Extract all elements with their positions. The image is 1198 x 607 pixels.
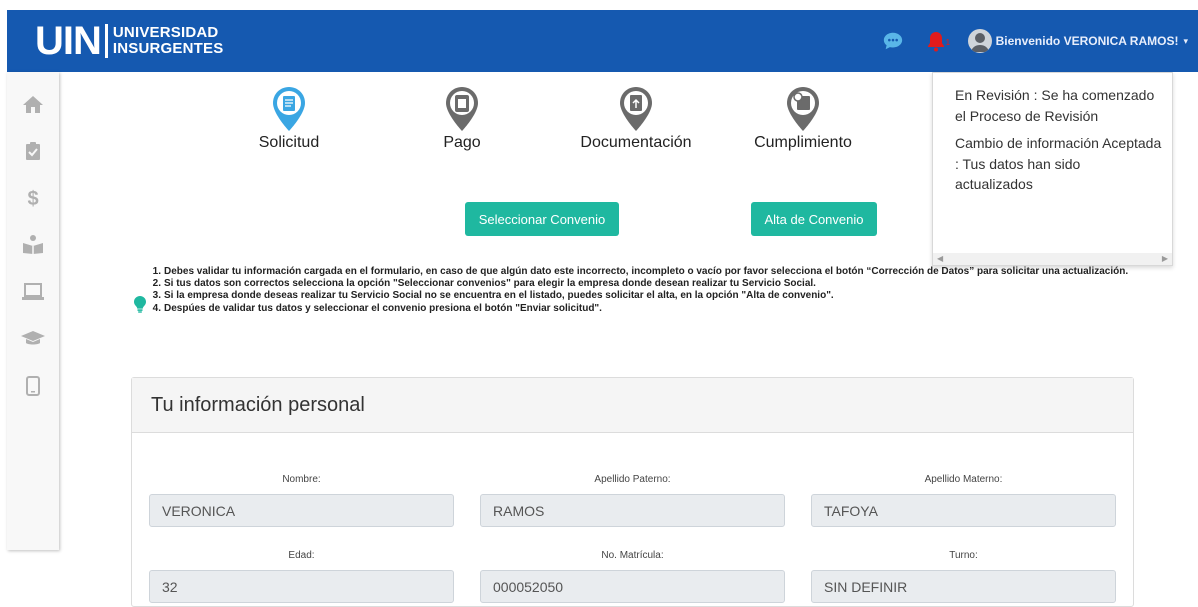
- step-documentacion[interactable]: Documentación: [566, 86, 706, 152]
- horizontal-scrollbar[interactable]: ◀ ▶: [933, 253, 1172, 265]
- reader-icon: [23, 235, 43, 254]
- step-label: Cumplimiento: [754, 134, 852, 151]
- university-logo[interactable]: UIN UNIVERSIDAD INSURGENTES: [35, 19, 224, 63]
- instruction-item: 3. Si la empresa donde deseas realizar tu…: [152, 290, 834, 302]
- field-label: Apellido Paterno:: [594, 474, 671, 485]
- payment-icon: [446, 87, 478, 131]
- shift-field[interactable]: SIN DEFINIR: [811, 570, 1116, 603]
- logo-separator: [104, 24, 108, 58]
- upload-document-icon: [620, 87, 652, 131]
- instructions-list: 1. Debes validar tu información cargada e…: [150, 266, 1160, 315]
- field-label: No. Matrícula:: [601, 550, 664, 561]
- instruction-item: 4. Despúes de validar tus datos y selecci…: [152, 302, 602, 314]
- graduation-cap-icon: [21, 331, 45, 345]
- user-avatar-icon: [970, 33, 989, 52]
- notification-item[interactable]: En Revisión : Se ha comenzado el Proceso…: [955, 85, 1162, 126]
- completion-icon: [787, 87, 819, 131]
- scroll-left-icon[interactable]: ◀: [937, 254, 943, 263]
- sidebar-item-graduation[interactable]: [7, 318, 59, 358]
- age-field[interactable]: 32: [149, 570, 454, 603]
- sidebar-item-online[interactable]: [7, 272, 59, 312]
- laptop-icon: [22, 283, 44, 300]
- chevron-down-icon[interactable]: ▾: [1183, 36, 1188, 47]
- logo-line1: UNIVERSIDAD: [112, 24, 219, 41]
- field-label: Apellido Materno:: [924, 474, 1003, 485]
- instruction-item: 1. Debes validar tu información cargada e…: [152, 266, 1129, 277]
- field-label: Turno:: [949, 550, 978, 561]
- dollar-icon: $: [27, 188, 38, 209]
- step-cumplimiento[interactable]: Cumplimiento: [733, 86, 873, 152]
- personal-info-card: Tu información personal Nombre: VERONICA…: [131, 377, 1134, 607]
- process-steps: Solicitud Pago Documentación Cumplimient…: [0, 86, 900, 166]
- step-solicitud[interactable]: Solicitud: [219, 86, 359, 152]
- new-agreement-button[interactable]: Alta de Convenio: [751, 202, 877, 236]
- logo-short: UIN: [35, 19, 102, 63]
- notifications-dropdown: En Revisión : Se ha comenzado el Proceso…: [932, 72, 1173, 266]
- sidebar-item-mobile[interactable]: [7, 366, 59, 406]
- sidebar-item-reader[interactable]: [7, 224, 59, 264]
- logo-text: UNIVERSIDAD INSURGENTES: [113, 25, 224, 57]
- step-label: Pago: [443, 134, 481, 151]
- bell-icon: [927, 32, 944, 52]
- notifications-bell[interactable]: 1: [926, 30, 950, 52]
- lightbulb-icon: [134, 296, 146, 313]
- step-pago[interactable]: Pago: [392, 86, 532, 152]
- enrollment-number-field[interactable]: 000052050: [480, 570, 785, 603]
- avatar[interactable]: [967, 29, 992, 53]
- paternal-surname-field[interactable]: RAMOS: [480, 494, 785, 527]
- scroll-right-icon[interactable]: ▶: [1162, 254, 1168, 263]
- step-label: Solicitud: [258, 134, 320, 151]
- step-label: Documentación: [580, 134, 692, 151]
- request-document-icon: [273, 87, 305, 131]
- sidebar-item-payments[interactable]: $: [7, 178, 59, 218]
- card-title: Tu información personal: [132, 378, 1133, 433]
- logo-line2: INSURGENTES: [112, 40, 224, 57]
- field-label: Edad:: [288, 550, 315, 561]
- top-navbar: UIN UNIVERSIDAD INSURGENTES 1 Bienvenido…: [7, 10, 1198, 72]
- welcome-text[interactable]: Bienvenido VERONICA RAMOS!: [996, 34, 1179, 48]
- notification-count: 1: [945, 38, 951, 47]
- svg-text:$: $: [27, 188, 38, 209]
- select-agreement-button[interactable]: Seleccionar Convenio: [465, 202, 619, 236]
- user-area: 1 Bienvenido VERONICA RAMOS! ▾: [882, 10, 1188, 72]
- field-label: Nombre:: [282, 474, 321, 485]
- maternal-surname-field[interactable]: TAFOYA: [811, 494, 1116, 527]
- mobile-icon: [26, 376, 40, 396]
- first-name-field[interactable]: VERONICA: [149, 494, 454, 527]
- chat-icon[interactable]: [882, 30, 904, 52]
- instruction-item: 2. Si tus datos son correctos selecciona …: [152, 278, 816, 290]
- notification-item[interactable]: Cambio de información Aceptada : Tus dat…: [955, 133, 1162, 195]
